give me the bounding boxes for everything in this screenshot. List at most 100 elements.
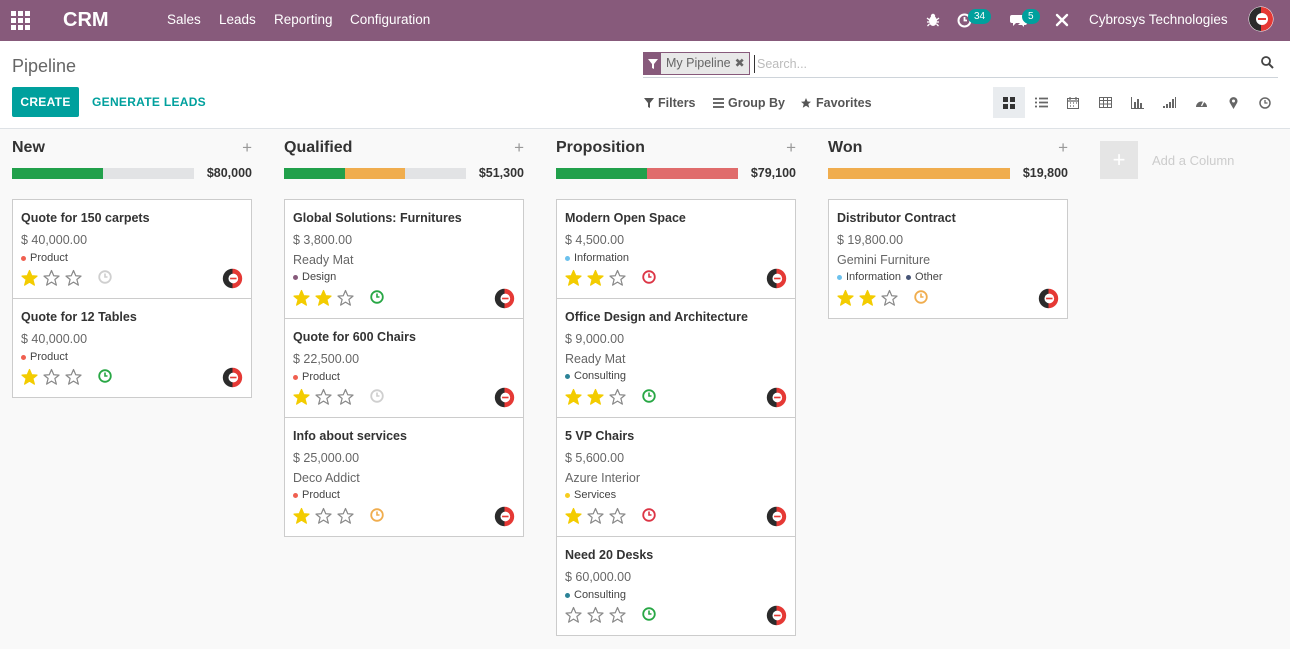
- lead-card[interactable]: Office Design and Architecture $ 9,000.00…: [556, 298, 796, 418]
- column-progress-bar[interactable]: [828, 168, 1010, 179]
- activity-clock-icon[interactable]: [642, 389, 656, 403]
- filters-button[interactable]: Filters: [644, 96, 696, 110]
- star-filled-icon[interactable]: [292, 289, 311, 307]
- star-empty-icon[interactable]: [336, 289, 355, 307]
- star-empty-icon[interactable]: [608, 269, 627, 287]
- lead-card[interactable]: Info about services $ 25,000.00 Deco Addic…: [284, 417, 524, 537]
- star-empty-icon[interactable]: [314, 507, 333, 525]
- lead-card[interactable]: Quote for 600 Chairs $ 22,500.00 Product: [284, 318, 524, 418]
- star-filled-icon[interactable]: [564, 507, 583, 525]
- activity-view-icon[interactable]: [1249, 87, 1281, 118]
- salesperson-avatar-icon[interactable]: [766, 268, 787, 289]
- column-quick-create-icon[interactable]: +: [786, 139, 796, 156]
- star-empty-icon[interactable]: [42, 368, 61, 386]
- lead-card[interactable]: Quote for 12 Tables $ 40,000.00 Product: [12, 298, 252, 398]
- salesperson-avatar-icon[interactable]: [494, 506, 515, 527]
- pivot-view-icon[interactable]: [1089, 87, 1121, 118]
- app-brand[interactable]: CRM: [63, 9, 109, 32]
- column-progress-bar[interactable]: [284, 168, 466, 179]
- lead-card[interactable]: Need 20 Desks $ 60,000.00 Consulting: [556, 536, 796, 636]
- column-progress-bar[interactable]: [12, 168, 194, 179]
- user-avatar-icon[interactable]: [1248, 6, 1274, 32]
- activity-clock-icon[interactable]: [370, 290, 384, 304]
- company-switcher[interactable]: Cybrosys Technologies: [1089, 12, 1228, 27]
- menu-leads[interactable]: Leads: [219, 12, 256, 27]
- list-view-icon[interactable]: [1025, 87, 1057, 118]
- progress-segment[interactable]: [647, 168, 738, 179]
- activity-clock-icon[interactable]: [98, 369, 112, 383]
- star-empty-icon[interactable]: [586, 606, 605, 624]
- star-empty-icon[interactable]: [608, 507, 627, 525]
- progress-segment[interactable]: [12, 168, 103, 179]
- debug-bug-icon[interactable]: [926, 9, 940, 31]
- activity-clock-icon[interactable]: [370, 389, 384, 403]
- lead-card[interactable]: Modern Open Space $ 4,500.00 Information: [556, 199, 796, 299]
- activity-clock-icon[interactable]: [370, 508, 384, 522]
- menu-reporting[interactable]: Reporting: [274, 12, 333, 27]
- favorites-button[interactable]: Favorites: [800, 96, 872, 110]
- activity-clock-icon[interactable]: [642, 607, 656, 621]
- search-input[interactable]: [754, 55, 1234, 73]
- progress-segment[interactable]: [284, 168, 345, 179]
- cohort-view-icon[interactable]: [1153, 87, 1185, 118]
- lead-card[interactable]: Distributor Contract $ 19,800.00 Gemini Fu…: [828, 199, 1068, 319]
- facet-remove-icon[interactable]: ✖: [735, 53, 749, 74]
- star-filled-icon[interactable]: [586, 269, 605, 287]
- progress-segment[interactable]: [344, 168, 406, 179]
- menu-sales[interactable]: Sales: [167, 12, 201, 27]
- calendar-view-icon[interactable]: [1057, 87, 1089, 118]
- star-empty-icon[interactable]: [314, 388, 333, 406]
- salesperson-avatar-icon[interactable]: [494, 387, 515, 408]
- activity-clock-icon[interactable]: [642, 508, 656, 522]
- star-filled-icon[interactable]: [564, 269, 583, 287]
- star-filled-icon[interactable]: [564, 388, 583, 406]
- lead-card[interactable]: Global Solutions: Furnitures $ 3,800.00 Re…: [284, 199, 524, 319]
- generate-leads-button[interactable]: GENERATE LEADS: [92, 95, 206, 109]
- salesperson-avatar-icon[interactable]: [1038, 288, 1059, 309]
- star-empty-icon[interactable]: [64, 269, 83, 287]
- star-empty-icon[interactable]: [608, 388, 627, 406]
- star-filled-icon[interactable]: [20, 368, 39, 386]
- tools-wrench-icon[interactable]: [1055, 9, 1069, 31]
- salesperson-avatar-icon[interactable]: [222, 367, 243, 388]
- star-filled-icon[interactable]: [836, 289, 855, 307]
- salesperson-avatar-icon[interactable]: [766, 605, 787, 626]
- column-quick-create-icon[interactable]: +: [1058, 139, 1068, 156]
- lead-card[interactable]: 5 VP Chairs $ 5,600.00 Azure Interior Servi…: [556, 417, 796, 537]
- add-column-button[interactable]: + Add a Column: [1100, 141, 1234, 179]
- star-empty-icon[interactable]: [336, 507, 355, 525]
- create-button[interactable]: CREATE: [12, 87, 79, 117]
- star-filled-icon[interactable]: [858, 289, 877, 307]
- progress-segment[interactable]: [828, 168, 1010, 179]
- salesperson-avatar-icon[interactable]: [766, 506, 787, 527]
- star-empty-icon[interactable]: [564, 606, 583, 624]
- star-filled-icon[interactable]: [586, 388, 605, 406]
- dashboard-view-icon[interactable]: [1185, 87, 1217, 118]
- map-view-icon[interactable]: [1217, 87, 1249, 118]
- star-filled-icon[interactable]: [314, 289, 333, 307]
- menu-configuration[interactable]: Configuration: [350, 12, 430, 27]
- star-filled-icon[interactable]: [292, 388, 311, 406]
- star-empty-icon[interactable]: [336, 388, 355, 406]
- salesperson-avatar-icon[interactable]: [222, 268, 243, 289]
- activity-clock-icon[interactable]: [914, 290, 928, 304]
- graph-view-icon[interactable]: [1121, 87, 1153, 118]
- star-empty-icon[interactable]: [586, 507, 605, 525]
- star-empty-icon[interactable]: [608, 606, 627, 624]
- activity-clock-icon[interactable]: [642, 270, 656, 284]
- column-quick-create-icon[interactable]: +: [242, 139, 252, 156]
- star-empty-icon[interactable]: [42, 269, 61, 287]
- progress-segment[interactable]: [556, 168, 647, 179]
- salesperson-avatar-icon[interactable]: [494, 288, 515, 309]
- lead-card[interactable]: Quote for 150 carpets $ 40,000.00 Product: [12, 199, 252, 299]
- app-menu-icon[interactable]: [11, 11, 30, 30]
- star-filled-icon[interactable]: [20, 269, 39, 287]
- star-empty-icon[interactable]: [64, 368, 83, 386]
- kanban-view-icon[interactable]: [993, 87, 1025, 118]
- salesperson-avatar-icon[interactable]: [766, 387, 787, 408]
- column-progress-bar[interactable]: [556, 168, 738, 179]
- star-filled-icon[interactable]: [292, 507, 311, 525]
- search-icon[interactable]: [1261, 56, 1274, 72]
- group-by-button[interactable]: Group By: [713, 96, 785, 110]
- column-quick-create-icon[interactable]: +: [514, 139, 524, 156]
